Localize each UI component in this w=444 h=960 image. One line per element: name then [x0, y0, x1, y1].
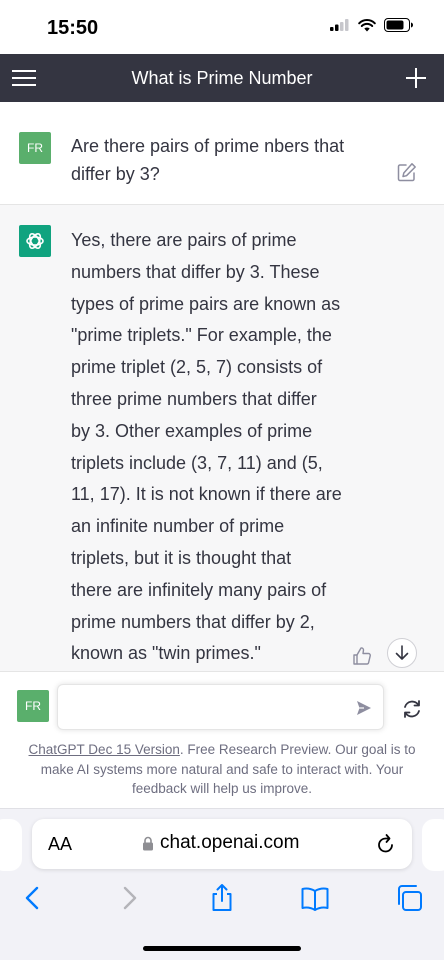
message-input-box[interactable] [57, 684, 384, 730]
back-icon[interactable] [18, 883, 48, 913]
composer-area: FR ChatGPT Dec 15 Version. Free Research… [0, 672, 444, 808]
status-bar: 15:50 [0, 0, 444, 54]
wifi-icon [358, 18, 376, 31]
message-input[interactable] [58, 685, 338, 729]
status-icons [330, 18, 414, 32]
page-title: What is Prime Number [131, 68, 313, 88]
url-text: chat.openai.com [160, 832, 300, 853]
previous-tab[interactable] [0, 819, 22, 871]
reload-icon[interactable] [376, 833, 396, 855]
forward-icon[interactable] [114, 883, 144, 913]
user-message: FR Are there pairs of prime nbers that d… [0, 115, 444, 205]
text-line: known as "twin primes." [71, 643, 261, 664]
bookmarks-icon[interactable] [300, 883, 330, 913]
text-line: Yes, there are pairs of prime [71, 230, 297, 250]
chat-header: What is Prime Number [0, 54, 444, 102]
regenerate-icon[interactable] [401, 698, 423, 720]
lock-icon [143, 836, 153, 850]
text-line: an infinite number of prime [71, 516, 285, 537]
text-line: "prime triplets." For example, the [71, 325, 332, 346]
status-time: 15:50 [47, 17, 99, 39]
text-line: by 3. Other examples of prime [71, 420, 313, 441]
next-tab[interactable] [422, 819, 444, 871]
text-line: triplets, but it is thought that [71, 547, 292, 568]
share-icon[interactable] [207, 883, 237, 913]
arrow-down-icon [395, 645, 409, 660]
reader-settings-button[interactable]: AA [48, 834, 72, 855]
url-display[interactable]: chat.openai.com [142, 832, 299, 854]
tabs-icon[interactable] [395, 883, 425, 913]
text-line: triplets include (3, 7, 11) and (5, [71, 452, 323, 473]
user-avatar: FR [19, 132, 51, 164]
text-line: types of prime pairs are known as [71, 293, 341, 314]
composer-avatar: FR [17, 690, 49, 722]
scroll-to-bottom-button[interactable] [387, 638, 417, 668]
home-indicator[interactable] [143, 946, 301, 951]
text-line: prime triplet (2, 5, 7) consists of [71, 357, 323, 378]
text-line: prime numbers that differ by 2, [71, 611, 315, 632]
battery-icon [384, 18, 413, 32]
text-line: numbers that differ by 3. These [71, 261, 320, 282]
plus-icon[interactable] [404, 64, 428, 92]
footer-note: ChatGPT Dec 15 Version. Free Research Pr… [14, 740, 430, 799]
edit-icon[interactable] [397, 162, 417, 182]
browser-nav-row [0, 883, 444, 923]
send-icon[interactable] [355, 699, 373, 717]
text-line: three prime numbers that differ [71, 388, 317, 409]
user-message-text: Are there pairs of prime nbers that diff… [71, 136, 345, 184]
openai-logo-icon [19, 225, 51, 257]
text-line: there are infinitely many pairs of [71, 579, 327, 600]
assistant-message-text: Yes, there are pairs of prime numbers th… [71, 225, 363, 670]
browser-toolbar: AA chat.openai.com [0, 808, 444, 960]
text-line: 11, 17). It is not known if there are [71, 484, 342, 505]
version-link[interactable]: ChatGPT Dec 15 Version [29, 742, 180, 757]
signal-icon [330, 19, 349, 31]
assistant-message: Yes, there are pairs of prime numbers th… [0, 205, 444, 672]
thumbs-up-icon[interactable] [352, 646, 372, 666]
address-bar[interactable]: AA chat.openai.com [32, 819, 412, 869]
